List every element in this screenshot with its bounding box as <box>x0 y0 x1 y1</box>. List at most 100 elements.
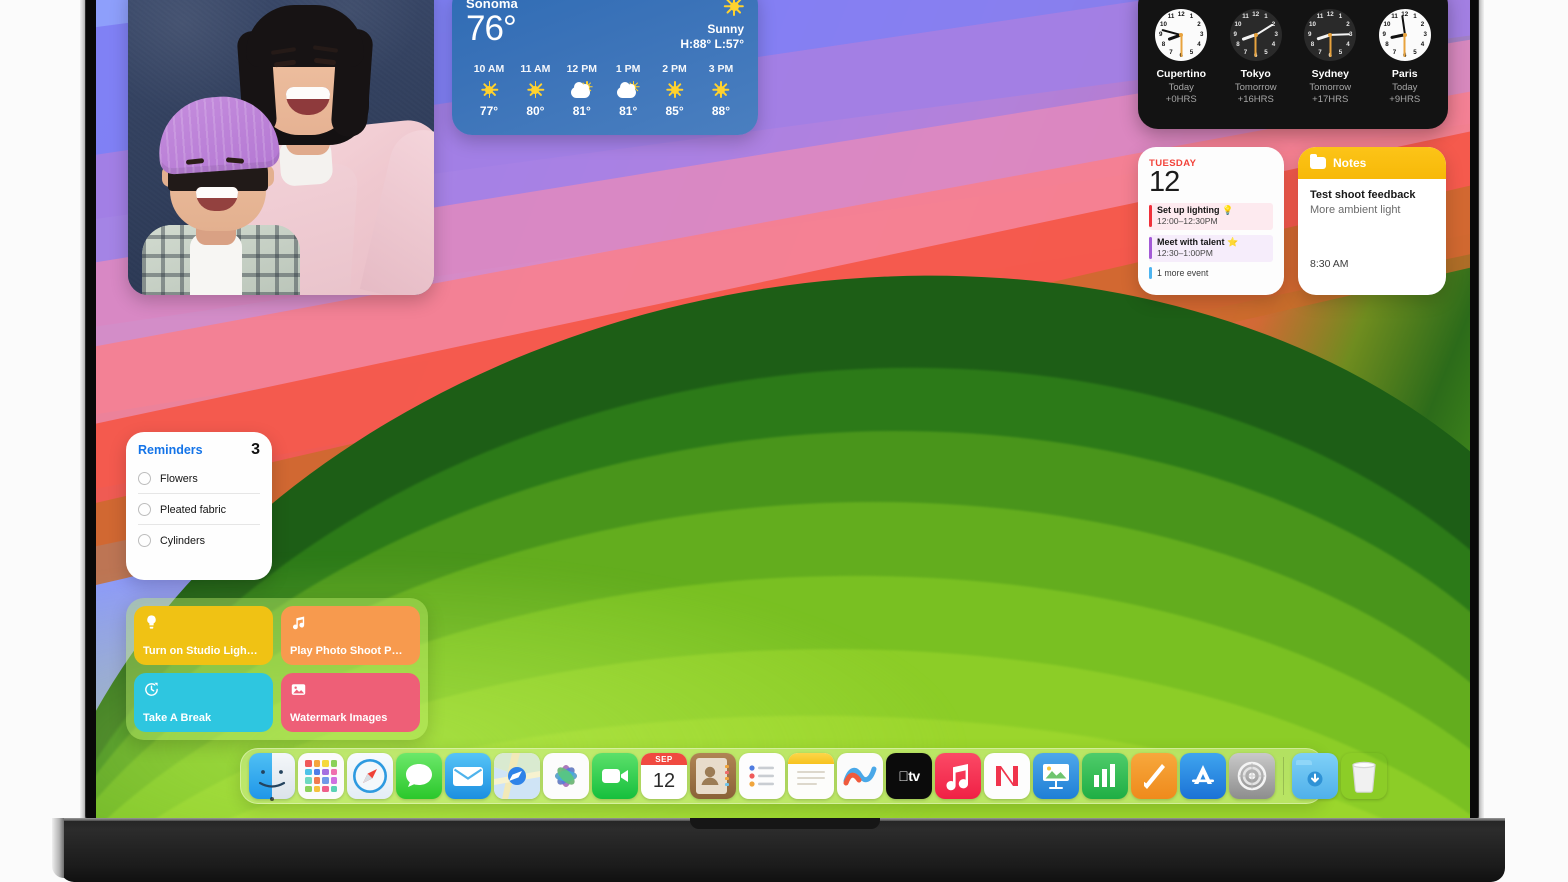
dock-item-downloads[interactable] <box>1292 753 1338 799</box>
dock-item-appletv[interactable]: tv <box>886 753 932 799</box>
reminder-checkbox[interactable] <box>138 472 151 485</box>
laptop-base-edge-left <box>52 818 64 878</box>
dock-item-launchpad[interactable] <box>298 753 344 799</box>
reminders-list: Flowers Pleated fabric Cylinders <box>138 463 260 555</box>
reminder-item[interactable]: Cylinders <box>138 524 260 555</box>
world-clock-widget[interactable]: 121234567891011CupertinoToday+0HRS121234… <box>1138 0 1448 129</box>
dock-running-indicator <box>270 797 274 801</box>
clock-face: 121234567891011 <box>1229 9 1282 61</box>
dock-item-notes[interactable] <box>788 753 834 799</box>
photo-icon <box>290 681 307 698</box>
shortcut-music-note[interactable]: Play Photo Shoot P… <box>281 606 420 665</box>
reminder-item[interactable]: Pleated fabric <box>138 493 260 524</box>
reminder-label: Cylinders <box>160 534 206 547</box>
notes-header: Notes <box>1298 147 1446 179</box>
macbook-device: Sonoma 76° Sunny H:88° L:57° 10 AM 77° 11 … <box>0 0 1568 882</box>
dock-item-photos[interactable] <box>543 753 589 799</box>
clock-second-hand <box>1329 35 1331 57</box>
reminders-title: Reminders <box>138 443 203 457</box>
reminder-checkbox[interactable] <box>138 503 151 516</box>
dock-calendar-day: 12 <box>652 770 676 792</box>
weather-hour-temp: 77° <box>479 104 499 118</box>
notes-widget[interactable]: Notes Test shoot feedback More ambient l… <box>1298 147 1446 295</box>
world-clock-sydney[interactable]: 121234567891011 Sydney Tomorrow+17HRS <box>1295 9 1365 105</box>
dock-item-contacts[interactable] <box>690 753 736 799</box>
clock-day-label: Today <box>1168 82 1194 93</box>
clock-offset-label: +16HRS <box>1237 94 1274 105</box>
weather-widget[interactable]: Sonoma 76° Sunny H:88° L:57° 10 AM 77° 11 … <box>452 0 758 135</box>
weather-hourly-forecast: 10 AM 77° 11 AM 80° 12 PM 81° 1 PM 81° 2 PM 85° 3 … <box>466 63 744 118</box>
clock-offset-label: +17HRS <box>1312 94 1349 105</box>
clock-city-label: Cupertino <box>1156 68 1207 80</box>
reminder-checkbox[interactable] <box>138 534 151 547</box>
dock-item-keynote[interactable] <box>1033 753 1079 799</box>
world-clock-cupertino[interactable]: 121234567891011 Cupertino Today+0HRS <box>1146 9 1216 105</box>
weather-hour-time: 12 PM <box>566 63 597 75</box>
weather-hour-column: 1 PM 81° <box>607 63 649 118</box>
clock-city-label: Paris <box>1391 68 1418 80</box>
dock-item-finder[interactable] <box>249 753 295 799</box>
dock-item-maps[interactable] <box>494 753 540 799</box>
desktop-screen[interactable]: Sonoma 76° Sunny H:88° L:57° 10 AM 77° 11 … <box>96 0 1470 818</box>
clock-day-label: Tomorrow <box>1234 82 1277 93</box>
calendar-event[interactable]: Meet with talent ⭐ 12:30–1:00PM <box>1149 234 1273 262</box>
world-clock-paris[interactable]: 121234567891011 Paris Today+9HRS <box>1370 9 1440 105</box>
reminder-label: Flowers <box>160 472 198 485</box>
shortcut-photo[interactable]: Watermark Images <box>281 673 420 732</box>
weather-hour-time: 10 AM <box>473 63 505 75</box>
reminder-item[interactable]: Flowers <box>138 463 260 493</box>
dock-item-freeform[interactable] <box>837 753 883 799</box>
dock[interactable]: SEP12 tv <box>240 748 1376 804</box>
sun-icon <box>666 81 684 98</box>
photo-widget[interactable] <box>128 0 434 295</box>
dock-item-numbers[interactable] <box>1082 753 1128 799</box>
sun-icon <box>723 0 744 16</box>
folder-icon <box>1310 154 1326 169</box>
calendar-event-time: 12:30–1:00PM <box>1157 247 1213 258</box>
calendar-day-number: 12 <box>1149 166 1180 198</box>
dock-item-messages[interactable] <box>396 753 442 799</box>
dock-item-music[interactable] <box>935 753 981 799</box>
dock-item-reminders[interactable] <box>739 753 785 799</box>
shortcut-timer[interactable]: Take A Break <box>134 673 273 732</box>
shortcut-lightbulb[interactable]: Turn on Studio Ligh… <box>134 606 273 665</box>
dock-item-appstore[interactable] <box>1180 753 1226 799</box>
dock-item-news[interactable] <box>984 753 1030 799</box>
dock-item-systemsettings[interactable] <box>1229 753 1275 799</box>
weather-hour-time: 11 AM <box>520 63 551 75</box>
clock-minute-hand <box>1255 23 1274 36</box>
reminders-widget[interactable]: Reminders 3 Flowers Pleated fabric Cylinde… <box>126 432 272 580</box>
shortcut-label: Turn on Studio Ligh… <box>143 645 258 657</box>
reminder-label: Pleated fabric <box>160 503 227 516</box>
dock-item-trash[interactable] <box>1341 753 1387 799</box>
calendar-widget[interactable]: TUESDAY 12 Set up lighting 💡 12:00–12:30P… <box>1138 147 1284 295</box>
weather-hour-temp: 81° <box>619 104 638 118</box>
weather-hour-column: 2 PM 85° <box>654 63 696 118</box>
world-clock-tokyo[interactable]: 121234567891011 Tokyo Tomorrow+16HRS <box>1221 9 1291 105</box>
music-note-icon <box>290 614 307 631</box>
clock-day-label: Tomorrow <box>1309 82 1352 93</box>
calendar-event[interactable]: Set up lighting 💡 12:00–12:30PM <box>1149 202 1273 230</box>
dock-item-pages[interactable] <box>1131 753 1177 799</box>
reminders-count: 3 <box>251 441 260 458</box>
calendar-event-time: 12:00–12:30PM <box>1157 215 1218 226</box>
shortcuts-widget[interactable]: Turn on Studio Ligh… Play Photo Shoot P… T… <box>126 598 428 740</box>
partly-cloudy-icon <box>617 81 640 98</box>
clock-center-pin <box>1253 33 1258 37</box>
weather-hour-time: 2 PM <box>662 63 687 75</box>
clock-second-hand <box>1180 35 1182 57</box>
clock-second-hand <box>1404 35 1406 57</box>
dock-item-calendar[interactable]: SEP 12 <box>641 753 687 799</box>
clock-face: 121234567891011 <box>1378 9 1431 61</box>
shortcut-label: Take A Break <box>143 712 212 724</box>
dock-divider <box>1283 757 1284 795</box>
clock-center-pin <box>1328 33 1333 37</box>
dock-item-safari[interactable] <box>347 753 393 799</box>
dock-item-facetime[interactable] <box>592 753 638 799</box>
dock-item-mail[interactable] <box>445 753 491 799</box>
partly-cloudy-icon <box>570 81 593 98</box>
weather-hour-column: 12 PM 81° <box>561 63 603 118</box>
calendar-more-events[interactable]: 1 more event <box>1149 266 1273 279</box>
clock-center-pin <box>1402 33 1407 37</box>
bezel-edge-right <box>1477 0 1484 820</box>
